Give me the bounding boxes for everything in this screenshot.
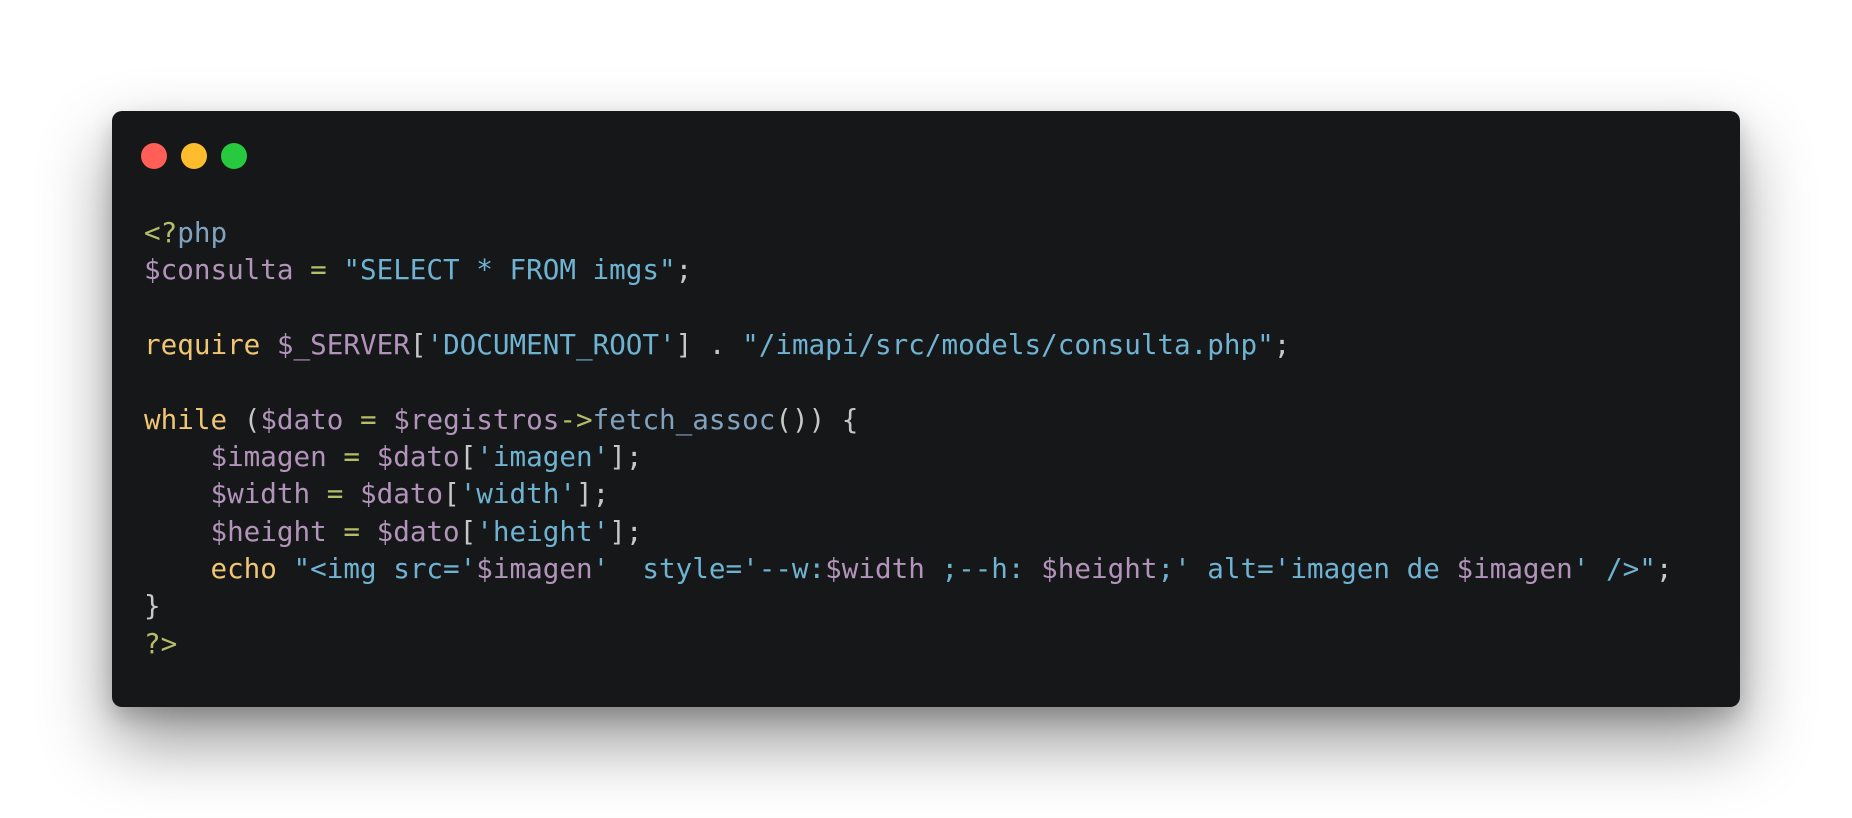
code-token-punct: ; <box>675 253 693 287</box>
code-window: <?php $consulta = "SELECT * FROM imgs"; re… <box>112 111 1740 707</box>
code-token-punct: [ <box>459 514 477 548</box>
code-token-variable: $height <box>1041 552 1158 586</box>
code-line: ?> <box>144 625 1672 662</box>
code-token-keyword: while <box>144 402 228 436</box>
code-token-variable: $dato <box>359 477 444 511</box>
code-token-punct <box>144 552 210 585</box>
code-token-keyword: echo <box>210 552 277 586</box>
code-line: $consulta = "SELECT * FROM imgs"; <box>144 251 1672 288</box>
code-token-punct: ]; <box>609 440 643 474</box>
code-token-variable: $width <box>210 477 311 511</box>
code-token-operator: = <box>326 514 377 548</box>
minimize-icon[interactable] <box>181 143 207 169</box>
code-line: <?php <box>144 214 1672 251</box>
code-token-string: ' />" <box>1572 552 1656 586</box>
close-icon[interactable] <box>141 143 167 169</box>
code-token-string: ;' alt='imagen de <box>1157 552 1457 586</box>
code-token-variable: $imagen <box>210 440 327 474</box>
code-line: } <box>144 587 1672 624</box>
code-token-string: 'imagen' <box>476 440 610 474</box>
code-token-function: php <box>177 216 228 249</box>
code-token-punct: ; <box>1655 552 1673 586</box>
code-token-variable: $dato <box>376 440 460 474</box>
code-token-variable: $registros <box>393 402 560 436</box>
code-token-operator: = <box>326 440 377 474</box>
code-token-punct <box>260 328 277 361</box>
code-line: require $_SERVER['DOCUMENT_ROOT'] . "/im… <box>144 326 1672 363</box>
code-token-punct <box>277 552 294 585</box>
code-token-variable: $_SERVER <box>276 328 410 362</box>
code-token-punct <box>144 477 210 510</box>
code-token-string: ;--h: <box>924 552 1042 586</box>
code-token-punct: ( <box>227 402 261 436</box>
code-token-punct: ()) { <box>775 402 859 436</box>
code-token-string: 'width' <box>459 477 576 511</box>
code-token-punct: [ <box>459 440 477 474</box>
code-line: $imagen = $dato['imagen']; <box>144 438 1672 475</box>
code-line: $height = $dato['height']; <box>144 513 1672 550</box>
code-token-punct: [ <box>443 477 460 511</box>
code-block: <?php $consulta = "SELECT * FROM imgs"; re… <box>144 214 1672 662</box>
code-token-variable: $width <box>825 552 925 586</box>
code-token-variable: $dato <box>260 402 344 436</box>
code-token-keyword: require <box>144 328 261 362</box>
code-token-punct: ; <box>1273 328 1291 362</box>
code-token-tag: <? <box>144 216 178 249</box>
code-token-variable: $imagen <box>476 552 593 586</box>
code-token-string: "<img src=' <box>293 552 477 586</box>
maximize-icon[interactable] <box>221 143 247 169</box>
code-token-operator: = <box>293 253 344 287</box>
code-token-punct: [ <box>409 328 427 362</box>
code-line: while ($dato = $registros->fetch_assoc()… <box>144 401 1672 438</box>
code-token-punct: ]; <box>609 514 643 548</box>
code-token-variable: $dato <box>376 514 460 548</box>
code-token-string: ' style='--w: <box>592 552 826 586</box>
code-token-punct <box>144 515 210 548</box>
code-token-punct: } <box>144 589 161 623</box>
code-token-variable: $height <box>210 514 327 548</box>
code-token-string: 'DOCUMENT_ROOT' <box>426 328 676 362</box>
code-token-function: fetch_assoc <box>592 402 776 436</box>
code-token-string: "SELECT * FROM imgs" <box>343 253 676 287</box>
code-token-operator: = <box>343 402 394 436</box>
code-line: $width = $dato['width']; <box>144 475 1672 512</box>
code-token-tag: ?> <box>144 626 178 660</box>
code-token-punct: ]; <box>575 477 610 511</box>
code-token-operator: -> <box>559 402 593 436</box>
code-token-variable: $imagen <box>1456 552 1573 586</box>
code-token-string: "/imapi/src/models/consulta.php" <box>742 328 1274 362</box>
code-token-punct <box>144 440 210 473</box>
code-token-punct: ] . <box>675 328 743 362</box>
code-token-variable: $consulta <box>144 253 294 287</box>
code-line: echo "<img src='$imagen' style='--w:$wid… <box>144 550 1672 587</box>
code-token-operator: = <box>310 477 360 511</box>
code-token-string: 'height' <box>476 514 610 548</box>
